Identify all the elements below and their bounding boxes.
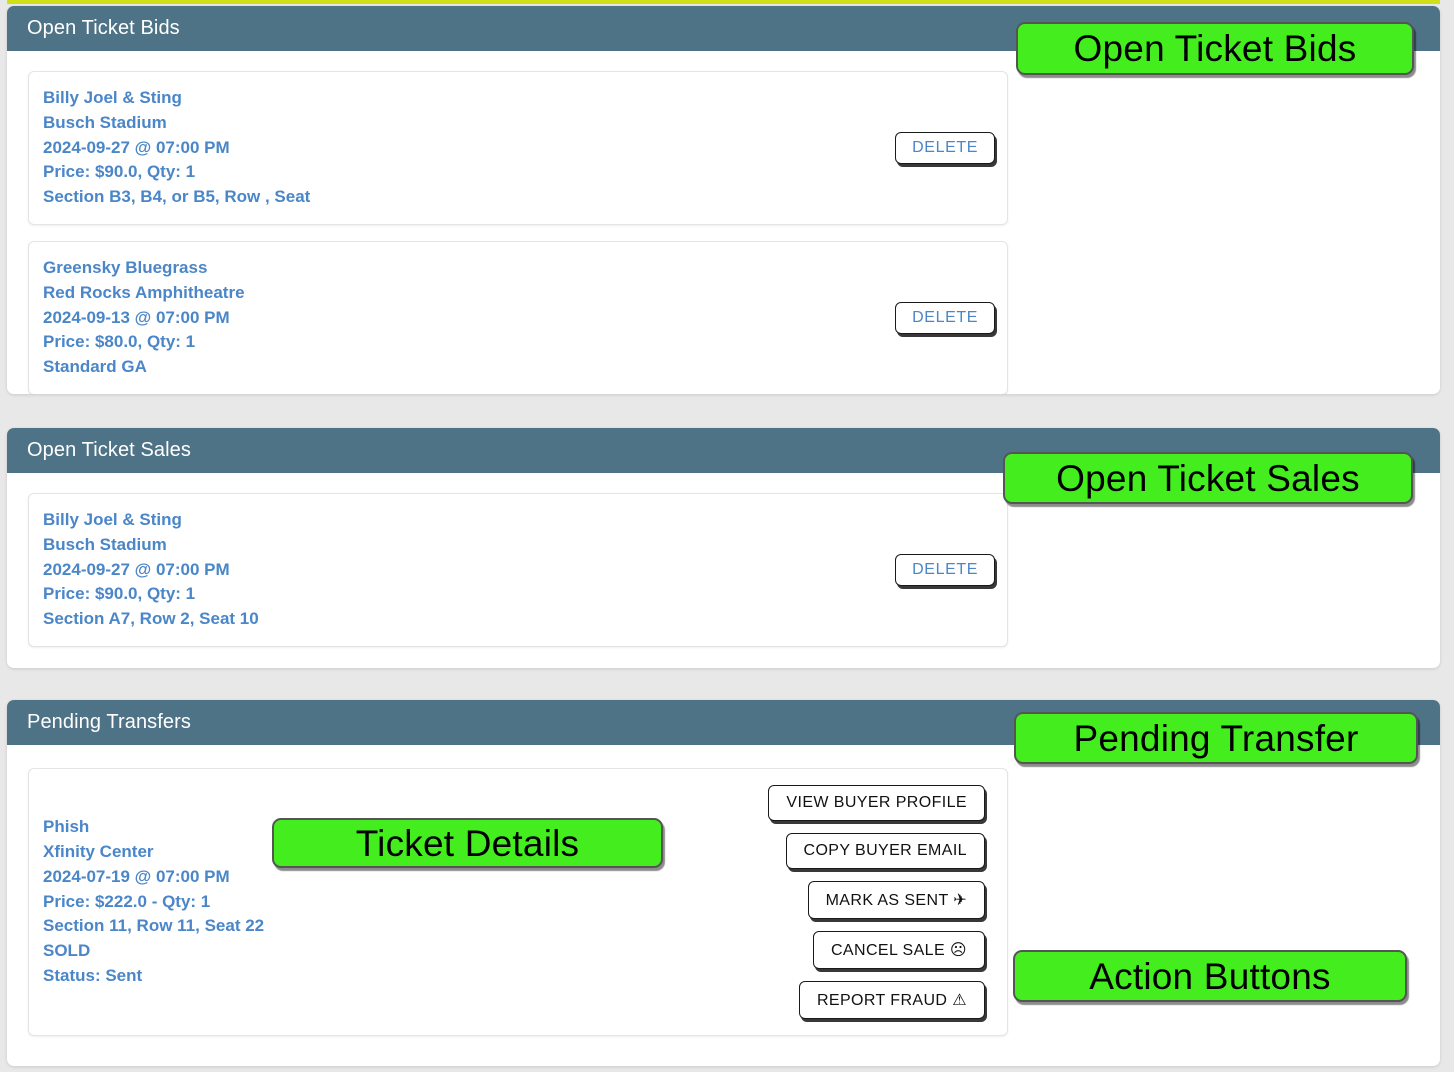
section-body-open-ticket-bids: Billy Joel & Sting Busch Stadium 2024-09… [7, 51, 1440, 394]
annotation-label: Pending Transfer [1073, 717, 1359, 759]
delete-button[interactable]: DELETE [895, 553, 995, 586]
annotation-label: Action Buttons [1089, 955, 1331, 997]
section-body-pending-transfers: Phish Xfinity Center 2024-07-19 @ 07:00 … [7, 745, 1440, 1056]
report-fraud-button[interactable]: REPORT FRAUD ⚠ [798, 981, 985, 1019]
paper-plane-icon: ✈ [953, 892, 967, 909]
ticket-price-qty: Price: $90.0, Qty: 1 [43, 584, 196, 604]
copy-buyer-email-button[interactable]: COPY BUYER EMAIL [785, 833, 985, 869]
ticket-seat-info: Section B3, B4, or B5, Row , Seat [43, 187, 311, 207]
annotation-ticket-details: Ticket Details [272, 818, 663, 868]
warning-triangle-icon: ⚠ [952, 992, 967, 1009]
top-accent-strip [7, 0, 1440, 4]
button-label: CANCEL SALE [830, 942, 946, 959]
ticket-card: Billy Joel & Sting Busch Stadium 2024-09… [28, 493, 1008, 647]
ticket-datetime: 2024-09-13 @ 07:00 PM [43, 307, 230, 327]
section-title: Pending Transfers [27, 711, 192, 733]
page-root: Open Ticket Bids Billy Joel & Sting Busc… [0, 0, 1454, 1072]
ticket-venue: Busch Stadium [43, 534, 167, 554]
ticket-event-name: Greensky Bluegrass [43, 257, 208, 277]
ticket-event-name: Billy Joel & Sting [43, 88, 182, 107]
ticket-event-name: Billy Joel & Sting [43, 510, 182, 529]
section-title: Open Ticket Bids [27, 17, 180, 39]
action-buttons-group: VIEW BUYER PROFILE COPY BUYER EMAIL MARK… [768, 785, 995, 1019]
ticket-details: Greensky Bluegrass Red Rocks Amphitheatr… [43, 256, 245, 380]
ticket-details: Phish Xfinity Center 2024-07-19 @ 07:00 … [43, 815, 264, 989]
cancel-sale-button[interactable]: CANCEL SALE ☹ [812, 931, 985, 969]
ticket-details: Billy Joel & Sting Busch Stadium 2024-09… [43, 86, 310, 210]
mark-as-sent-button[interactable]: MARK AS SENT ✈ [807, 881, 985, 919]
annotation-action-buttons: Action Buttons [1013, 950, 1407, 1002]
ticket-details: Billy Joel & Sting Busch Stadium 2024-09… [43, 508, 259, 632]
annotation-label: Open Ticket Bids [1073, 28, 1357, 69]
ticket-card: Greensky Bluegrass Red Rocks Amphitheatr… [28, 240, 1008, 394]
ticket-seat-info: Section 11, Row 11, Seat 22 [43, 916, 265, 936]
button-label: COPY BUYER EMAIL [803, 842, 967, 859]
ticket-seat-info: Standard GA [43, 357, 147, 377]
view-buyer-profile-button[interactable]: VIEW BUYER PROFILE [768, 785, 985, 821]
sad-face-icon: ☹ [949, 942, 967, 959]
ticket-datetime: 2024-09-27 @ 07:00 PM [43, 137, 230, 157]
ticket-price-qty: Price: $80.0, Qty: 1 [43, 332, 196, 352]
ticket-price-qty: Price: $222.0 - Qty: 1 [43, 891, 211, 911]
annotation-open-ticket-bids: Open Ticket Bids [1016, 22, 1414, 75]
ticket-datetime: 2024-09-27 @ 07:00 PM [43, 559, 230, 579]
ticket-status: Status: Sent [43, 965, 143, 985]
ticket-venue: Xfinity Center [43, 842, 154, 861]
annotation-open-ticket-sales: Open Ticket Sales [1003, 452, 1413, 504]
delete-button[interactable]: DELETE [895, 131, 995, 164]
button-label: VIEW BUYER PROFILE [786, 794, 967, 811]
ticket-card: Phish Xfinity Center 2024-07-19 @ 07:00 … [28, 768, 1008, 1036]
ticket-sold-label: SOLD [43, 941, 91, 961]
ticket-venue: Red Rocks Amphitheatre [43, 282, 245, 302]
ticket-card: Billy Joel & Sting Busch Stadium 2024-09… [28, 71, 1008, 225]
section-title: Open Ticket Sales [27, 439, 192, 461]
ticket-datetime: 2024-07-19 @ 07:00 PM [43, 866, 230, 886]
ticket-price-qty: Price: $90.0, Qty: 1 [43, 162, 196, 182]
button-label: REPORT FRAUD [816, 992, 948, 1009]
annotation-pending-transfer: Pending Transfer [1014, 712, 1418, 764]
delete-button[interactable]: DELETE [895, 301, 995, 334]
button-label: MARK AS SENT [825, 892, 949, 909]
ticket-seat-info: Section A7, Row 2, Seat 10 [43, 609, 259, 629]
ticket-event-name: Phish [43, 817, 90, 837]
ticket-venue: Busch Stadium [43, 112, 167, 132]
annotation-label: Ticket Details [355, 822, 580, 864]
annotation-label: Open Ticket Sales [1056, 457, 1360, 499]
